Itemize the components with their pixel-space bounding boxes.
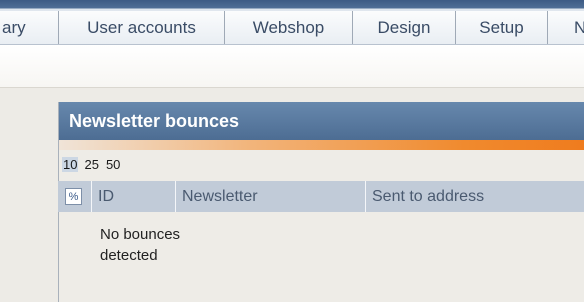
tab-user-accounts[interactable]: User accounts xyxy=(58,11,224,44)
tab-label: Webshop xyxy=(252,17,325,37)
column-header-sent-to-address[interactable]: Sent to address xyxy=(366,181,584,212)
tab-label: Design xyxy=(377,17,431,37)
column-label: Newsletter xyxy=(182,187,258,205)
tab-label: Setup xyxy=(479,17,524,37)
tab-design[interactable]: Design xyxy=(352,11,455,44)
tab-label: N xyxy=(574,18,584,38)
tab-setup[interactable]: Setup xyxy=(455,11,547,44)
column-label: Sent to address xyxy=(372,187,485,205)
column-header-id[interactable]: ID xyxy=(92,181,176,212)
table-header: % ID Newsletter Sent to address xyxy=(58,181,584,212)
page-size-25[interactable]: 25 xyxy=(83,157,99,172)
tab-webshop[interactable]: Webshop xyxy=(224,11,352,44)
tab-label: ary xyxy=(2,17,26,37)
page-size-50[interactable]: 50 xyxy=(105,157,121,172)
select-column-header: % xyxy=(58,181,92,212)
page-size-10[interactable]: 10 xyxy=(62,156,79,172)
tab-next[interactable]: N xyxy=(547,11,584,44)
page-size-selector: 10 25 50 xyxy=(62,155,121,173)
panel-accent-bar xyxy=(59,140,584,150)
tab-library[interactable]: ary xyxy=(0,11,58,44)
tab-label: User accounts xyxy=(87,17,196,37)
top-navigation: ary User accounts Webshop Design Setup N xyxy=(0,0,584,45)
sub-navigation-bar xyxy=(0,45,584,88)
empty-message: No bounces detected xyxy=(100,226,181,264)
select-all-icon[interactable]: % xyxy=(65,188,82,205)
column-header-newsletter[interactable]: Newsletter xyxy=(176,181,366,212)
column-label: ID xyxy=(98,187,114,205)
panel-title: Newsletter bounces xyxy=(59,102,584,140)
